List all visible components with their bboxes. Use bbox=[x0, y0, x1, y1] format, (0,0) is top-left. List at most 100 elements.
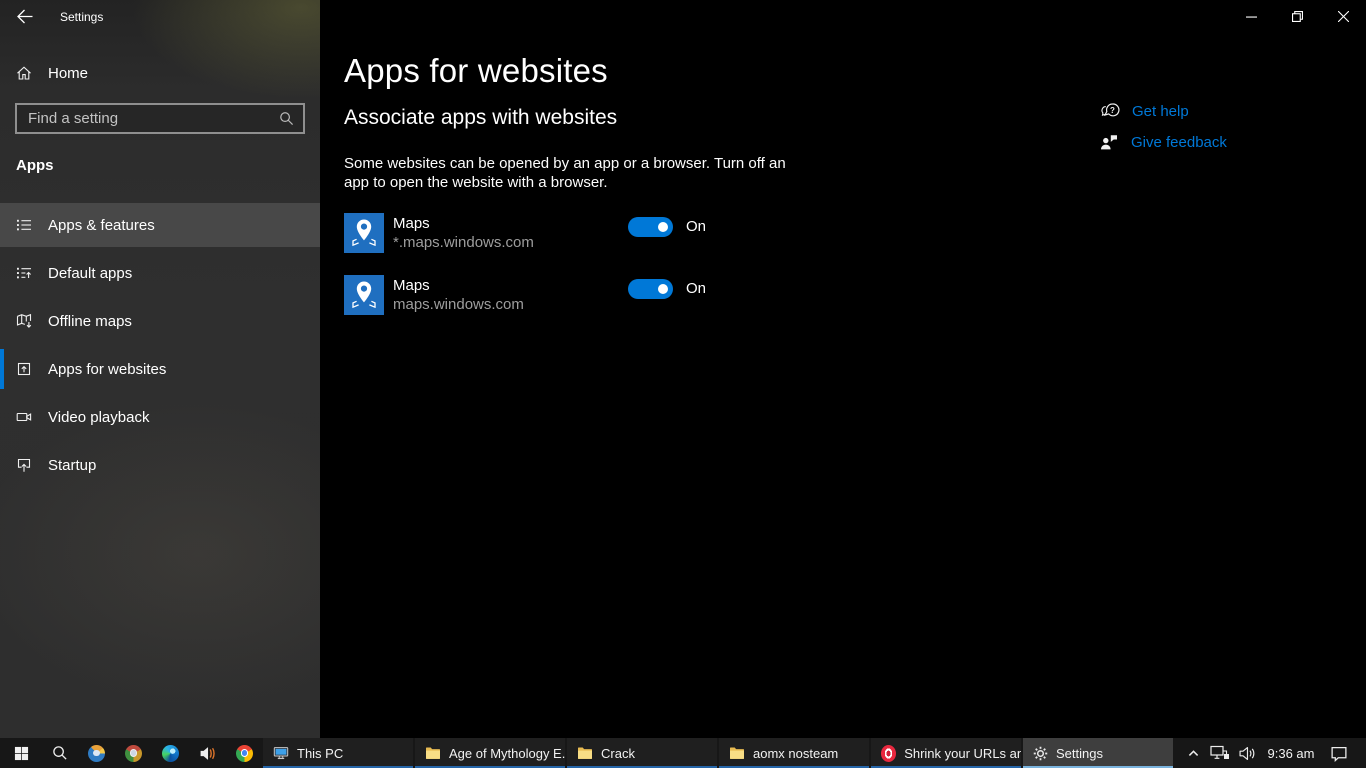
taskbar: This PC Age of Mythology E... Crack aomx… bbox=[0, 738, 1366, 768]
app-name: Maps bbox=[393, 215, 628, 232]
restore-button[interactable] bbox=[1274, 0, 1320, 32]
sidebar-item-label: Offline maps bbox=[48, 313, 132, 330]
get-help-label: Get help bbox=[1132, 103, 1189, 120]
maps-app-icon bbox=[344, 213, 384, 253]
help-bubble-icon: ? bbox=[1099, 101, 1120, 121]
taskbar-window-aomx-nosteam[interactable]: aomx nosteam bbox=[719, 738, 869, 768]
taskbar-window-label: aomx nosteam bbox=[753, 746, 838, 761]
toggle-state-label: On bbox=[686, 275, 706, 315]
offline-maps-icon bbox=[16, 313, 32, 329]
search-icon bbox=[52, 745, 68, 761]
tray-network-button[interactable] bbox=[1206, 738, 1234, 768]
maps-app-icon bbox=[344, 275, 384, 315]
sidebar-item-offline-maps[interactable]: Offline maps bbox=[0, 299, 320, 343]
svg-text:?: ? bbox=[1110, 106, 1115, 115]
taskbar-window-label: Age of Mythology E... bbox=[449, 746, 565, 761]
page-description: Some websites can be opened by an app or… bbox=[344, 154, 796, 192]
folder-icon bbox=[729, 746, 745, 760]
settings-sidebar: Settings Home Apps Apps & features bbox=[0, 0, 320, 738]
taskbar-window-age-of-mythology[interactable]: Age of Mythology E... bbox=[415, 738, 565, 768]
volume-icon bbox=[1239, 746, 1257, 761]
sidebar-item-label: Apps & features bbox=[48, 217, 155, 234]
chevron-up-icon bbox=[1187, 747, 1200, 760]
sidebar-item-startup[interactable]: Startup bbox=[0, 443, 320, 487]
action-center-icon bbox=[1330, 745, 1348, 762]
settings-content: Apps for websites Associate apps with we… bbox=[320, 0, 1366, 738]
toggle-state-label: On bbox=[686, 213, 706, 253]
sidebar-item-default-apps[interactable]: Default apps bbox=[0, 251, 320, 295]
apps-features-icon bbox=[16, 217, 32, 233]
startup-icon bbox=[16, 457, 32, 473]
system-tray: 9:36 am bbox=[1180, 738, 1366, 768]
app-info: Maps maps.windows.com bbox=[393, 275, 628, 315]
restore-icon bbox=[1292, 11, 1303, 22]
action-center-button[interactable] bbox=[1320, 738, 1358, 768]
close-icon bbox=[1338, 11, 1349, 22]
sidebar-item-apps-for-websites[interactable]: Apps for websites bbox=[0, 347, 320, 391]
app-toggle[interactable] bbox=[628, 217, 673, 237]
window-controls bbox=[1228, 0, 1366, 32]
network-icon bbox=[1210, 745, 1230, 761]
search-icon[interactable] bbox=[279, 111, 294, 126]
window-title: Settings bbox=[60, 10, 103, 24]
taskbar-window-this-pc[interactable]: This PC bbox=[263, 738, 413, 768]
give-feedback-label: Give feedback bbox=[1131, 134, 1227, 151]
sidebar-item-home[interactable]: Home bbox=[16, 62, 88, 84]
app-association-row: Maps *.maps.windows.com On bbox=[344, 213, 706, 253]
app-name: Maps bbox=[393, 277, 628, 294]
sidebar-item-label: Default apps bbox=[48, 265, 132, 282]
folder-icon bbox=[577, 746, 593, 760]
taskbar-search-button[interactable] bbox=[42, 738, 78, 768]
folder-icon bbox=[425, 746, 441, 760]
app-toggle[interactable] bbox=[628, 279, 673, 299]
sidebar-item-label: Startup bbox=[48, 457, 96, 474]
volume-app-icon bbox=[199, 745, 216, 762]
app-association-row: Maps maps.windows.com On bbox=[344, 275, 706, 315]
apps-for-websites-icon bbox=[16, 361, 32, 377]
minimize-button[interactable] bbox=[1228, 0, 1274, 32]
start-button[interactable] bbox=[0, 738, 42, 768]
tray-overflow-button[interactable] bbox=[1180, 738, 1206, 768]
chrome-browser-icon bbox=[236, 745, 253, 762]
chromium-browser-icon bbox=[88, 745, 105, 762]
taskbar-window-crack[interactable]: Crack bbox=[567, 738, 717, 768]
back-button[interactable] bbox=[16, 8, 36, 25]
clock-time: 9:36 am bbox=[1268, 746, 1315, 761]
app-domain: *.maps.windows.com bbox=[393, 234, 628, 251]
search-input[interactable] bbox=[17, 110, 279, 127]
app-domain: maps.windows.com bbox=[393, 296, 628, 313]
home-icon bbox=[16, 65, 32, 81]
edge-browser-icon bbox=[162, 745, 179, 762]
help-links: ? Get help Give feedback bbox=[1099, 100, 1227, 162]
sidebar-item-video-playback[interactable]: Video playback bbox=[0, 395, 320, 439]
feedback-person-icon bbox=[1099, 132, 1119, 152]
taskbar-window-shrink-urls[interactable]: Shrink your URLs an... bbox=[871, 738, 1021, 768]
pinned-app-chrome-dark[interactable] bbox=[115, 738, 152, 768]
give-feedback-link[interactable]: Give feedback bbox=[1099, 131, 1227, 153]
pinned-app-edge[interactable] bbox=[152, 738, 189, 768]
close-button[interactable] bbox=[1320, 0, 1366, 32]
get-help-link[interactable]: ? Get help bbox=[1099, 100, 1227, 122]
tray-clock[interactable]: 9:36 am bbox=[1262, 738, 1320, 768]
settings-search-box[interactable] bbox=[15, 103, 305, 134]
this-pc-icon bbox=[273, 745, 289, 761]
taskbar-window-settings[interactable]: Settings bbox=[1023, 738, 1173, 768]
pinned-app-chromium[interactable] bbox=[78, 738, 115, 768]
taskbar-window-label: This PC bbox=[297, 746, 343, 761]
pinned-app-volume[interactable] bbox=[189, 738, 226, 768]
section-title: Associate apps with websites bbox=[344, 106, 617, 130]
video-playback-icon bbox=[16, 409, 32, 425]
page-title: Apps for websites bbox=[344, 52, 608, 90]
tray-volume-button[interactable] bbox=[1234, 738, 1262, 768]
pinned-app-chrome[interactable] bbox=[226, 738, 263, 768]
gear-icon bbox=[1033, 746, 1048, 761]
sidebar-item-label: Video playback bbox=[48, 409, 149, 426]
start-icon bbox=[14, 746, 29, 761]
sidebar-item-apps-and-features[interactable]: Apps & features bbox=[0, 203, 320, 247]
taskbar-window-label: Settings bbox=[1056, 746, 1103, 761]
opera-browser-icon bbox=[881, 745, 896, 762]
sidebar-item-label: Apps for websites bbox=[48, 361, 166, 378]
chrome-dark-browser-icon bbox=[125, 745, 142, 762]
app-info: Maps *.maps.windows.com bbox=[393, 213, 628, 253]
minimize-icon bbox=[1246, 11, 1257, 22]
